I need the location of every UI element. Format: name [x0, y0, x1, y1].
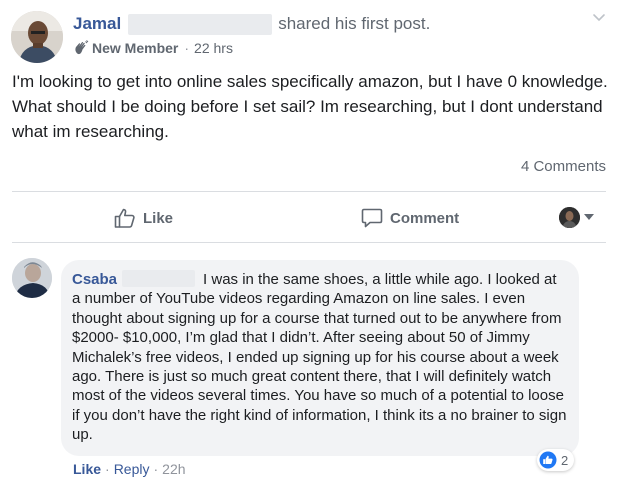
comment-button[interactable]: Comment [360, 203, 459, 233]
comment-icon [361, 208, 383, 228]
divider [12, 191, 606, 192]
redacted-surname [128, 13, 273, 35]
commenter-avatar[interactable] [12, 258, 52, 298]
post-body: I'm looking to get into online sales spe… [12, 72, 608, 141]
comments-count[interactable]: 4 Comments [521, 158, 606, 175]
comment-text: I was in the same shoes, a little while … [72, 271, 567, 444]
redacted-surname [122, 270, 196, 287]
chevron-down-icon[interactable] [591, 11, 607, 25]
separator: · [153, 461, 159, 477]
comment-reactions[interactable]: 2 [537, 449, 575, 471]
wave-hand-icon [75, 40, 89, 55]
comment-bubble: Csaba I was in the same shoes, a little w… [61, 260, 579, 456]
reaction-as-selector[interactable] [559, 207, 594, 228]
post-timestamp[interactable]: 22 hrs [194, 40, 233, 56]
like-button[interactable]: Like [113, 203, 173, 233]
post-header: Jamal shared his first post. [73, 13, 430, 35]
meta-separator: · [184, 40, 190, 56]
comment-actions: Like · Reply · 22h [73, 461, 186, 477]
author-avatar[interactable] [11, 11, 63, 63]
member-badge[interactable]: New Member [92, 40, 178, 56]
comment-like-link[interactable]: Like [73, 461, 101, 477]
post-meta: New Member · 22 hrs [73, 39, 233, 57]
viewer-avatar [559, 207, 580, 228]
shared-text: shared his first post. [278, 14, 431, 33]
group-post: Jamal shared his first post. New Member … [0, 0, 630, 498]
like-label: Like [143, 209, 174, 227]
thumbs-up-icon [114, 208, 135, 228]
divider [12, 242, 606, 243]
comment-author[interactable]: Csaba [72, 271, 117, 288]
author-name[interactable]: Jamal [73, 14, 121, 34]
comment-reply-link[interactable]: Reply [114, 461, 150, 477]
reaction-count: 2 [561, 452, 569, 468]
comment-label: Comment [390, 209, 460, 227]
separator: · [105, 461, 110, 477]
comment-timestamp[interactable]: 22h [162, 461, 185, 477]
comment-content: Csaba I was in the same shoes, a little w… [72, 270, 567, 445]
like-reaction-icon [539, 451, 557, 469]
caret-down-icon [584, 214, 594, 220]
